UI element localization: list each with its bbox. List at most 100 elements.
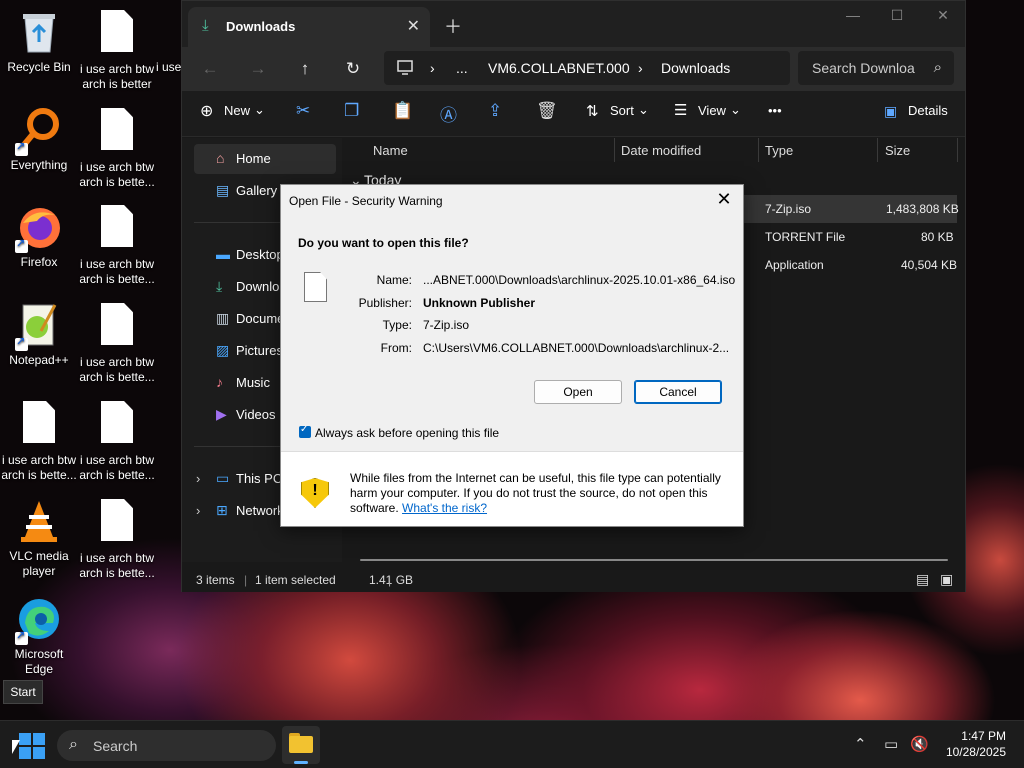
expand-chevron-icon[interactable]: ›	[196, 503, 200, 518]
desktop-icon-text-file[interactable]: i use arch btw arch is bette...	[78, 399, 156, 483]
column-separator[interactable]	[758, 138, 759, 162]
publisher-value: Unknown Publisher	[423, 296, 536, 310]
address-bar[interactable]: › ... VM6.COLLABNET.000 › Downloads	[384, 51, 790, 85]
cut-icon[interactable]: ✂	[296, 101, 310, 121]
document-icon	[93, 108, 141, 156]
back-arrow-icon[interactable]: ←	[197, 56, 223, 82]
column-header-name[interactable]: Name	[373, 143, 408, 158]
open-button[interactable]: Open	[534, 380, 622, 404]
copy-icon[interactable]: ❐	[344, 101, 359, 121]
column-header-date-modified[interactable]: Date modified	[621, 143, 701, 158]
start-tooltip: Start	[3, 680, 43, 704]
desktop-icon-firefox[interactable]: Firefox	[0, 203, 78, 270]
desktop-icon-text-file[interactable]: i use arch btw arch is bette...	[78, 203, 156, 287]
desktop-icon-edge[interactable]: Microsoft Edge	[0, 595, 78, 677]
desktop-icon-recycle-bin[interactable]: Recycle Bin	[0, 8, 78, 75]
search-placeholder: Search Downloa	[812, 60, 915, 76]
tiles-view-icon[interactable]: ▣	[940, 571, 953, 588]
address-segment-vm[interactable]: VM6.COLLABNET.000	[488, 60, 630, 76]
expand-chevron-icon[interactable]: ›	[196, 471, 200, 486]
desktop-icon-text-file[interactable]: i use arch btw arch is bette...	[78, 106, 156, 190]
always-ask-checkbox[interactable]	[299, 424, 311, 438]
delete-icon[interactable]: 🗑	[536, 101, 558, 121]
forward-arrow-icon[interactable]: →	[245, 56, 271, 82]
up-arrow-icon[interactable]: ↑	[292, 56, 318, 82]
desktop-icon-label: Everything	[10, 158, 68, 172]
tab-downloads[interactable]: ⤓ Downloads ✕	[188, 7, 430, 47]
sidebar-item-label: Home	[236, 151, 271, 166]
more-options-icon[interactable]: •••	[768, 103, 782, 118]
always-ask-label[interactable]: Always ask before opening this file	[315, 426, 499, 440]
desktop-icon-label: i use arch btw arch is bette...	[79, 355, 155, 384]
search-input[interactable]: Search Downloa ⌕	[798, 51, 954, 85]
start-button[interactable]	[19, 733, 45, 759]
minimize-icon[interactable]: —	[838, 7, 868, 23]
details-button[interactable]: Details	[908, 103, 948, 118]
column-separator[interactable]	[957, 138, 958, 162]
close-window-icon[interactable]: ✕	[928, 7, 958, 24]
address-segment-downloads[interactable]: Downloads	[661, 60, 730, 76]
dialog-close-icon[interactable]: ✕	[713, 189, 735, 210]
videos-icon: ▶	[216, 406, 227, 422]
address-ellipsis[interactable]: ...	[456, 60, 468, 76]
show-hidden-icons-chevron-icon[interactable]: ⌃	[854, 735, 867, 753]
column-separator[interactable]	[614, 138, 615, 162]
taskbar-search-box[interactable]: ⌕ Search	[57, 730, 276, 761]
desktop-icon-text-file[interactable]: i use arch btw arch is bette...	[78, 301, 156, 385]
volume-muted-icon[interactable]: 🔇	[910, 735, 929, 753]
music-icon: ♪	[216, 374, 223, 390]
desktop-icon-vlc[interactable]: VLC media player	[0, 497, 78, 579]
document-icon	[15, 401, 63, 449]
paste-icon[interactable]: 📋	[392, 101, 413, 121]
desktop-icon-text-file[interactable]: i use arch btw arch is bette...	[0, 399, 78, 483]
details-view-icon[interactable]: ▤	[916, 571, 929, 588]
whats-the-risk-link[interactable]: What's the risk?	[402, 501, 487, 515]
clock-date[interactable]: 10/28/2025	[930, 745, 1006, 759]
column-header-type[interactable]: Type	[765, 143, 793, 158]
view-button[interactable]: View	[698, 103, 726, 118]
monitor-icon	[396, 58, 414, 79]
file-size: 1,483,808 KB	[886, 202, 959, 216]
desktop-icon-text-file[interactable]: i use arch btw arch is better	[78, 8, 156, 92]
document-icon	[93, 10, 141, 58]
desktop-icon-label: Recycle Bin	[7, 60, 71, 74]
sidebar-item-label: Desktop	[236, 247, 284, 262]
shortcut-arrow-icon	[15, 237, 28, 253]
shortcut-arrow-icon	[15, 335, 28, 351]
explorer-titlebar[interactable]: ⤓ Downloads ✕ ＋ — ☐ ✕	[182, 1, 965, 47]
close-tab-icon[interactable]: ✕	[407, 16, 420, 36]
dialog-question: Do you want to open this file?	[298, 236, 469, 250]
share-icon[interactable]: ⇪	[488, 101, 502, 121]
new-tab-plus-icon[interactable]: ＋	[444, 13, 462, 39]
desktop-icon-label: Firefox	[20, 255, 58, 269]
sort-button[interactable]: Sort	[610, 103, 634, 118]
cancel-button[interactable]: Cancel	[634, 380, 722, 404]
desktop-icon-notepad-plus-plus[interactable]: Notepad++	[0, 301, 78, 368]
column-header-size[interactable]: Size	[885, 143, 910, 158]
chevron-right-icon: ›	[638, 60, 643, 76]
firefox-icon	[15, 203, 63, 253]
column-separator[interactable]	[877, 138, 878, 162]
file-type: Application	[765, 258, 824, 272]
tab-title: Downloads	[226, 19, 296, 34]
security-warning-dialog[interactable]: Open File - Security Warning ✕ Do you wa…	[280, 184, 744, 527]
horizontal-scrollbar[interactable]	[360, 559, 948, 561]
document-icon	[93, 401, 141, 449]
publisher-label: Publisher:	[358, 296, 412, 310]
clock-time[interactable]: 1:47 PM	[940, 729, 1006, 743]
network-status-icon[interactable]: ▭	[884, 735, 898, 753]
from-label: From:	[380, 341, 412, 355]
new-button[interactable]: New	[224, 103, 250, 118]
desktop-icon-label: VLC media player	[9, 549, 69, 578]
refresh-icon[interactable]: ↻	[340, 56, 366, 82]
taskbar-file-explorer[interactable]	[282, 726, 320, 764]
desktop-icon-text-file[interactable]: i use arch btw arch is bette...	[78, 497, 156, 581]
rename-icon[interactable]: Ⓐ	[440, 101, 457, 126]
desktop-icon-text-file-partial[interactable]: i use arch	[156, 8, 182, 75]
desktop-icon-everything[interactable]: Everything	[0, 106, 78, 173]
maximize-icon[interactable]: ☐	[882, 7, 912, 24]
sidebar-item-home[interactable]: ⌂ Home	[194, 144, 336, 174]
document-icon	[93, 303, 141, 351]
download-icon: ⤓	[216, 278, 223, 294]
details-pane-icon: ▣	[884, 103, 898, 119]
